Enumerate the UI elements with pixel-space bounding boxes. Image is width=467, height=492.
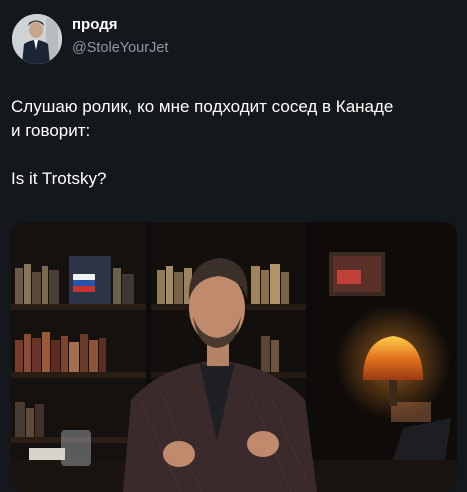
tweet-text-line: и говорит: xyxy=(11,121,91,140)
author-info[interactable]: продя @StoleYourJet xyxy=(72,16,168,57)
author-display-name[interactable]: продя xyxy=(72,16,168,34)
tweet[interactable]: продя @StoleYourJet Слушаю ролик, ко мне… xyxy=(0,0,467,492)
video-frame-icon xyxy=(11,222,457,492)
tweet-media[interactable] xyxy=(11,222,457,492)
tweet-text: Слушаю ролик, ко мне подходит сосед в Ка… xyxy=(11,95,456,191)
author-avatar[interactable] xyxy=(12,14,62,64)
tweet-text-line: Is it Trotsky? xyxy=(11,169,107,188)
author-handle[interactable]: @StoleYourJet xyxy=(72,39,168,57)
tweet-text-line: Слушаю ролик, ко мне подходит сосед в Ка… xyxy=(11,97,394,116)
avatar-photo-icon xyxy=(12,14,62,64)
